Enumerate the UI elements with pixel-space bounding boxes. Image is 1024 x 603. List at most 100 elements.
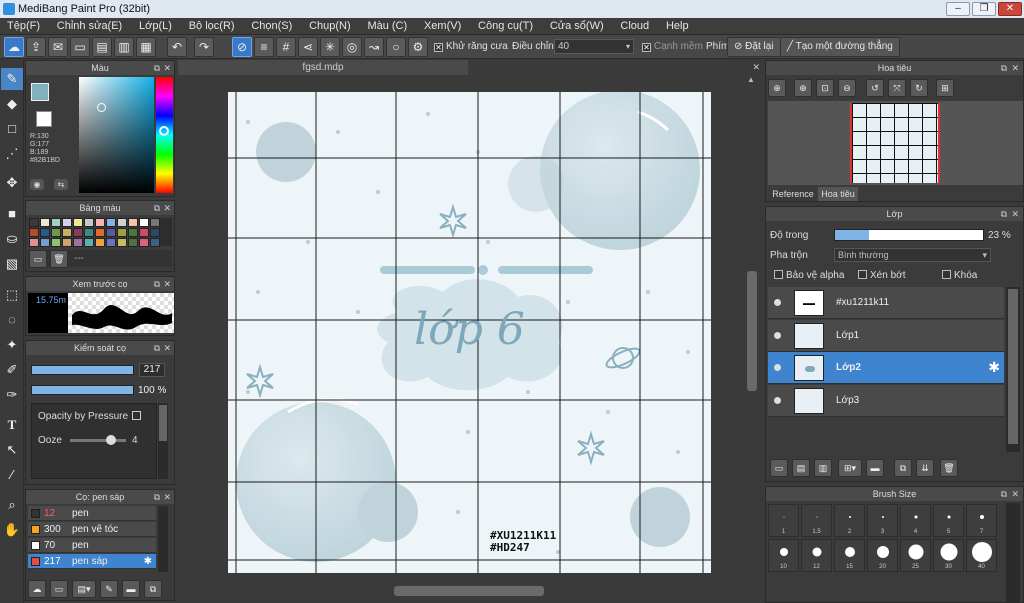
palette-swatch[interactable] <box>84 228 94 237</box>
brush-size-scrollbar[interactable] <box>1006 503 1020 603</box>
gear-icon[interactable]: ✱ <box>144 554 152 569</box>
new-layer-icon[interactable]: ▭ <box>770 459 788 477</box>
soft-edge-checkbox[interactable]: ✕ <box>642 43 651 52</box>
scroll-up-icon[interactable]: ▲ <box>747 75 757 85</box>
expand-icon[interactable]: ⧉ <box>154 61 160 75</box>
close-icon[interactable]: ✕ <box>1011 207 1019 221</box>
new-8bit-layer-icon[interactable]: ▥ <box>814 459 832 477</box>
close-icon[interactable]: ✕ <box>163 61 171 75</box>
secondary-color-swatch[interactable] <box>36 111 52 127</box>
menu-select[interactable]: Chọn(S) <box>244 18 299 35</box>
antialias-checkbox[interactable]: ✕ <box>434 43 443 52</box>
folder-icon[interactable]: ▬ <box>866 459 884 477</box>
move-tool-icon[interactable]: ✥ <box>1 172 23 194</box>
close-icon[interactable]: ✕ <box>1011 61 1019 75</box>
close-icon[interactable]: ✕ <box>1011 487 1019 501</box>
lock-checkbox[interactable] <box>942 270 951 279</box>
palette-swatch[interactable] <box>40 228 50 237</box>
grid-snap-icon[interactable]: # <box>276 37 296 57</box>
expand-icon[interactable]: ⧉ <box>1001 61 1007 75</box>
palette-swatch[interactable] <box>106 238 116 247</box>
delete-layer-icon[interactable]: 🗑 <box>940 459 958 477</box>
soft-edge-toggle[interactable]: ✕ Cạnh mềm <box>642 41 703 52</box>
document-tab[interactable]: fgsd.mdp <box>178 60 468 75</box>
vertical-scrollbar[interactable]: ▲ <box>744 75 760 583</box>
palette-swatch[interactable] <box>84 238 94 247</box>
ooze-slider-knob[interactable] <box>106 435 116 445</box>
brush-list-scrollbar[interactable] <box>158 506 168 572</box>
palette-swatch[interactable] <box>40 238 50 247</box>
menu-view[interactable]: Xem(V) <box>417 18 468 35</box>
brush-list-item[interactable]: 12 pen <box>28 506 156 521</box>
eye-icon[interactable] <box>774 299 781 306</box>
perspective-snap-icon[interactable]: ⋖ <box>298 37 318 57</box>
clipping-checkbox[interactable] <box>858 270 867 279</box>
palette-swatch[interactable] <box>139 228 149 237</box>
merge-layer-icon[interactable]: ⇊ <box>916 459 934 477</box>
scrollbar-thumb[interactable] <box>159 405 167 441</box>
rotate-right-icon[interactable]: ↻ <box>910 79 928 97</box>
page-icon[interactable]: ▥ <box>114 37 134 57</box>
brush-size-option[interactable]: 25 <box>900 539 931 572</box>
operation-tool-icon[interactable]: ↖ <box>1 439 23 461</box>
brush-size-option[interactable]: 5 <box>933 504 964 537</box>
palette-swatch[interactable] <box>139 238 149 247</box>
menu-color[interactable]: Màu (C) <box>360 18 414 35</box>
reference-icon[interactable]: ⊞ <box>936 79 954 97</box>
magic-wand-tool-icon[interactable]: ✦ <box>1 334 23 356</box>
add-palette-icon[interactable]: ▭ <box>29 250 47 268</box>
palette-swatch[interactable] <box>150 218 160 227</box>
delete-palette-icon[interactable]: 🗑 <box>50 250 68 268</box>
expand-icon[interactable]: ⧉ <box>154 341 160 355</box>
brush-size-option[interactable]: 4 <box>900 504 931 537</box>
cloud-icon[interactable]: ☁ <box>4 37 24 57</box>
dot-pen-tool-icon[interactable]: ⋰ <box>1 143 23 165</box>
palette-swatch[interactable] <box>51 228 61 237</box>
folder-icon[interactable]: ▬ <box>122 580 140 598</box>
clipping-toggle[interactable]: Xén bớt <box>858 270 905 281</box>
lock-toggle[interactable]: Khóa <box>942 270 977 281</box>
antialias-toggle[interactable]: ✕ Khử răng cưa <box>434 41 508 52</box>
fill-rect-tool-icon[interactable]: ■ <box>1 203 23 225</box>
close-button[interactable]: ✕ <box>998 2 1022 16</box>
menu-edit[interactable]: Chỉnh sửa(E) <box>50 18 129 35</box>
close-icon[interactable]: ✕ <box>163 341 171 355</box>
palette-swatch[interactable] <box>117 228 127 237</box>
document-icon[interactable]: ▤ <box>92 37 112 57</box>
hue-slider[interactable] <box>156 77 173 193</box>
brush-size-option[interactable]: 12 <box>801 539 832 572</box>
concentric-snap-icon[interactable]: ◎ <box>342 37 362 57</box>
brush-size-option[interactable]: 40 <box>966 539 997 572</box>
vertical-scrollbar-thumb[interactable] <box>747 271 757 391</box>
menu-layer[interactable]: Lớp(L) <box>132 18 179 35</box>
brush-size-option[interactable]: 3 <box>867 504 898 537</box>
protect-alpha-checkbox[interactable] <box>774 270 783 279</box>
menu-tools[interactable]: Công cụ(T) <box>471 18 540 35</box>
minimize-button[interactable]: – <box>946 2 970 16</box>
brush-size-option[interactable]: 10 <box>768 539 799 572</box>
menu-file[interactable]: Tệp(F) <box>0 18 47 35</box>
parallel-snap-icon[interactable]: ≡ <box>254 37 274 57</box>
straight-line-button[interactable]: ╱ Tạo một đường thẳng <box>780 37 900 57</box>
palette-swatch[interactable] <box>95 218 105 227</box>
brush-list-item-selected[interactable]: 217 pen sáp ✱ <box>28 554 156 569</box>
snap-off-icon[interactable]: ⊘ <box>232 37 252 57</box>
tab-navigator[interactable]: Hoa tiêu <box>818 187 858 201</box>
palette-swatch[interactable] <box>51 218 61 227</box>
select-pen-tool-icon[interactable]: ✐ <box>1 359 23 381</box>
layer-scrollbar-thumb[interactable] <box>1008 289 1018 444</box>
layer-row[interactable]: Lớp1 <box>768 320 1004 352</box>
palette-swatch[interactable] <box>51 238 61 247</box>
expand-icon[interactable]: ⧉ <box>1001 207 1007 221</box>
horizontal-scrollbar-thumb[interactable] <box>394 586 544 596</box>
menu-filter[interactable]: Bộ lọc(R) <box>182 18 242 35</box>
layer-opacity-slider[interactable] <box>834 229 984 241</box>
layer-row[interactable]: Lớp3 <box>768 385 1004 417</box>
palette-swatch[interactable] <box>40 218 50 227</box>
curve-snap-icon[interactable]: ↝ <box>364 37 384 57</box>
expand-icon[interactable]: ⧉ <box>1001 487 1007 501</box>
menu-cloud[interactable]: Cloud <box>613 18 656 35</box>
saturation-value-picker[interactable] <box>79 77 154 193</box>
ooze-slider[interactable] <box>70 435 126 445</box>
layer-row-selected[interactable]: Lớp2 ✱ <box>768 352 1004 384</box>
